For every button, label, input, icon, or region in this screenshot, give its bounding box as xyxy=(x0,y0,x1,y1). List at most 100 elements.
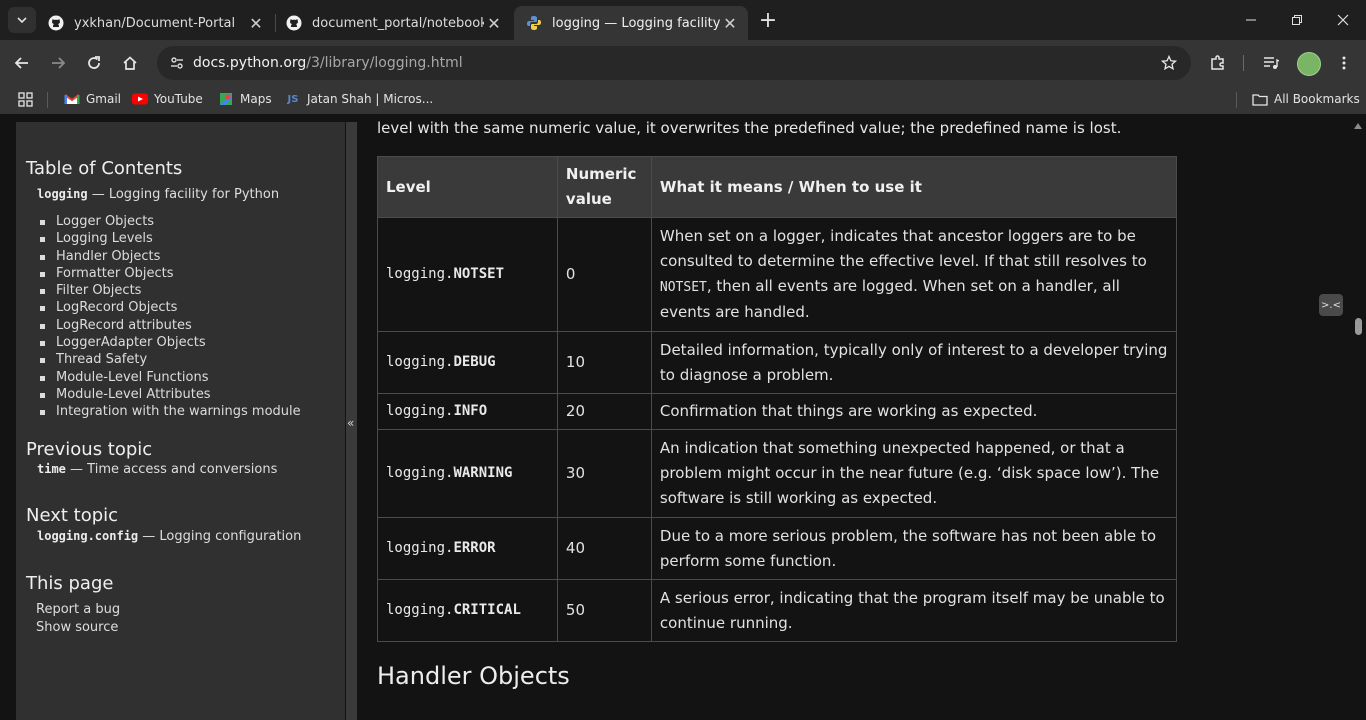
reload-button[interactable] xyxy=(80,49,108,77)
sidebar-collapse-button[interactable]: « xyxy=(346,122,357,720)
github-icon xyxy=(286,15,302,31)
description-text: , then all events are logged. When set o… xyxy=(659,277,1120,321)
previous-topic-heading: Previous topic xyxy=(26,439,153,460)
close-window-button[interactable] xyxy=(1320,0,1366,40)
level-name: CRITICAL xyxy=(453,602,521,618)
toc-item[interactable]: LoggerAdapter Objects xyxy=(38,334,301,351)
toc-item[interactable]: Formatter Objects xyxy=(38,265,301,282)
tab-title: logging — Logging facility for P xyxy=(552,15,720,31)
toc-item[interactable]: Logger Objects xyxy=(38,213,301,230)
close-icon xyxy=(1337,14,1349,26)
floating-extension-button[interactable]: >.< xyxy=(1319,294,1343,316)
toc-item[interactable]: Filter Objects xyxy=(38,282,301,299)
table-row: logging.NOTSET 0 When set on a logger, ind… xyxy=(377,217,1178,332)
back-button[interactable] xyxy=(8,49,36,77)
toc-item[interactable]: LogRecord Objects xyxy=(38,299,301,316)
scrollbar-thumb[interactable] xyxy=(1355,318,1362,335)
toc-item[interactable]: LogRecord attributes xyxy=(38,317,301,334)
extensions-button[interactable] xyxy=(1204,49,1232,77)
site-info-button[interactable] xyxy=(165,51,189,75)
all-bookmarks-button[interactable]: All Bookmarks xyxy=(1252,92,1360,106)
plus-icon: + xyxy=(758,7,778,33)
level-name: WARNING xyxy=(453,465,513,481)
next-topic-heading: Next topic xyxy=(26,505,119,526)
address-bar[interactable]: docs.python.org/3/library/logging.html xyxy=(157,46,1191,80)
face-icon: >.< xyxy=(1321,299,1341,311)
bookmark-maps[interactable]: Maps xyxy=(218,92,272,106)
level-prefix: logging. xyxy=(386,540,454,556)
restore-button[interactable] xyxy=(1274,0,1320,40)
tab-search-button[interactable] xyxy=(8,7,36,33)
all-bookmarks-label: All Bookmarks xyxy=(1274,92,1360,106)
bookmark-jatan-shah[interactable]: JS Jatan Shah | Micros... xyxy=(285,92,434,106)
chevron-down-icon xyxy=(17,17,27,24)
previous-topic-link[interactable]: time — Time access and conversions xyxy=(37,462,277,477)
bookmark-gmail[interactable]: Gmail xyxy=(64,92,121,106)
tab-github-repo[interactable]: yxkhan/Document-Portal ✕ xyxy=(36,6,274,40)
show-source-link[interactable]: Show source xyxy=(36,620,118,635)
media-controls-button[interactable] xyxy=(1257,49,1285,77)
scroll-up-icon[interactable] xyxy=(1354,123,1362,129)
description-cell: Due to a more serious problem, the softw… xyxy=(650,517,1178,580)
bookmark-star-button[interactable] xyxy=(1159,53,1179,73)
toc-item[interactable]: Module-Level Functions xyxy=(38,369,301,386)
level-prefix: logging. xyxy=(386,465,454,481)
close-tab-icon[interactable]: ✕ xyxy=(484,13,504,33)
description-text: Confirmation that things are working as … xyxy=(659,402,1038,420)
github-icon xyxy=(48,15,64,31)
description-cell: Detailed information, typically only of … xyxy=(650,331,1178,394)
toc-root-code: logging xyxy=(37,187,88,201)
prev-code: time xyxy=(37,462,66,476)
bookmark-label: YouTube xyxy=(154,92,203,106)
bookmark-label: Maps xyxy=(240,92,272,106)
toc-item[interactable]: Module-Level Attributes xyxy=(38,386,301,403)
url-text: docs.python.org/3/library/logging.html xyxy=(193,55,463,71)
description-cell: A serious error, indicating that the pro… xyxy=(650,579,1178,642)
home-button[interactable] xyxy=(116,49,144,77)
tab-python-logging[interactable]: logging — Logging facility for P ✕ xyxy=(514,6,748,40)
report-bug-link[interactable]: Report a bug xyxy=(36,602,120,617)
numeric-value-cell: 20 xyxy=(556,393,652,430)
toc-item[interactable]: Integration with the warnings module xyxy=(38,403,301,420)
numeric-value-cell: 50 xyxy=(556,579,652,642)
apps-button[interactable] xyxy=(18,92,34,108)
prev-text: — Time access and conversions xyxy=(65,462,278,477)
home-icon xyxy=(123,56,137,70)
new-tab-button[interactable]: + xyxy=(756,7,780,33)
tune-icon xyxy=(171,57,183,69)
description-text: Due to a more serious problem, the softw… xyxy=(659,526,1156,570)
tab-github-notebook[interactable]: document_portal/notebook/lo ✕ xyxy=(274,6,512,40)
vertical-scrollbar[interactable] xyxy=(1350,114,1366,720)
toc-item[interactable]: Thread Safety xyxy=(38,351,301,368)
puzzle-icon xyxy=(1211,55,1224,70)
close-tab-icon[interactable]: ✕ xyxy=(720,13,740,33)
description-text: When set on a logger, indicates that anc… xyxy=(659,227,1147,270)
profile-avatar[interactable] xyxy=(1297,52,1321,76)
table-header-row: Level Numeric value What it means / When… xyxy=(377,156,1178,218)
toc-item[interactable]: Logging Levels xyxy=(38,230,301,247)
numeric-value-cell: 40 xyxy=(556,517,652,580)
level-name-cell: logging.WARNING xyxy=(377,429,558,518)
close-tab-icon[interactable]: ✕ xyxy=(246,13,266,33)
next-text: — Logging configuration xyxy=(138,529,302,544)
restore-icon xyxy=(1292,15,1302,25)
table-row: logging.DEBUG 10 Detailed information, typ… xyxy=(377,331,1178,394)
toc-item[interactable]: Handler Objects xyxy=(38,248,301,265)
description-text: Detailed information, typically only of … xyxy=(659,340,1168,384)
numeric-value-cell: 0 xyxy=(556,217,652,332)
bookmark-label: Gmail xyxy=(86,92,122,106)
menu-button[interactable] xyxy=(1330,49,1358,77)
toc-root-link[interactable]: logging — Logging facility for Python xyxy=(37,187,279,202)
level-prefix: logging. xyxy=(386,354,454,370)
next-topic-link[interactable]: logging.config — Logging configuration xyxy=(37,529,301,544)
level-prefix: logging. xyxy=(386,602,454,618)
intro-paragraph: level with the same numeric value, it ov… xyxy=(377,119,1122,137)
toolbar-divider xyxy=(1243,55,1244,71)
description-cell: Confirmation that things are working as … xyxy=(650,393,1178,430)
logging-levels-table: Level Numeric value What it means / When… xyxy=(377,156,1178,642)
forward-button[interactable] xyxy=(44,49,72,77)
minimize-button[interactable] xyxy=(1228,0,1274,40)
toc-root-text: — Logging facility for Python xyxy=(87,187,280,202)
bookmark-youtube[interactable]: YouTube xyxy=(132,92,203,106)
more-vert-icon xyxy=(1342,56,1346,70)
